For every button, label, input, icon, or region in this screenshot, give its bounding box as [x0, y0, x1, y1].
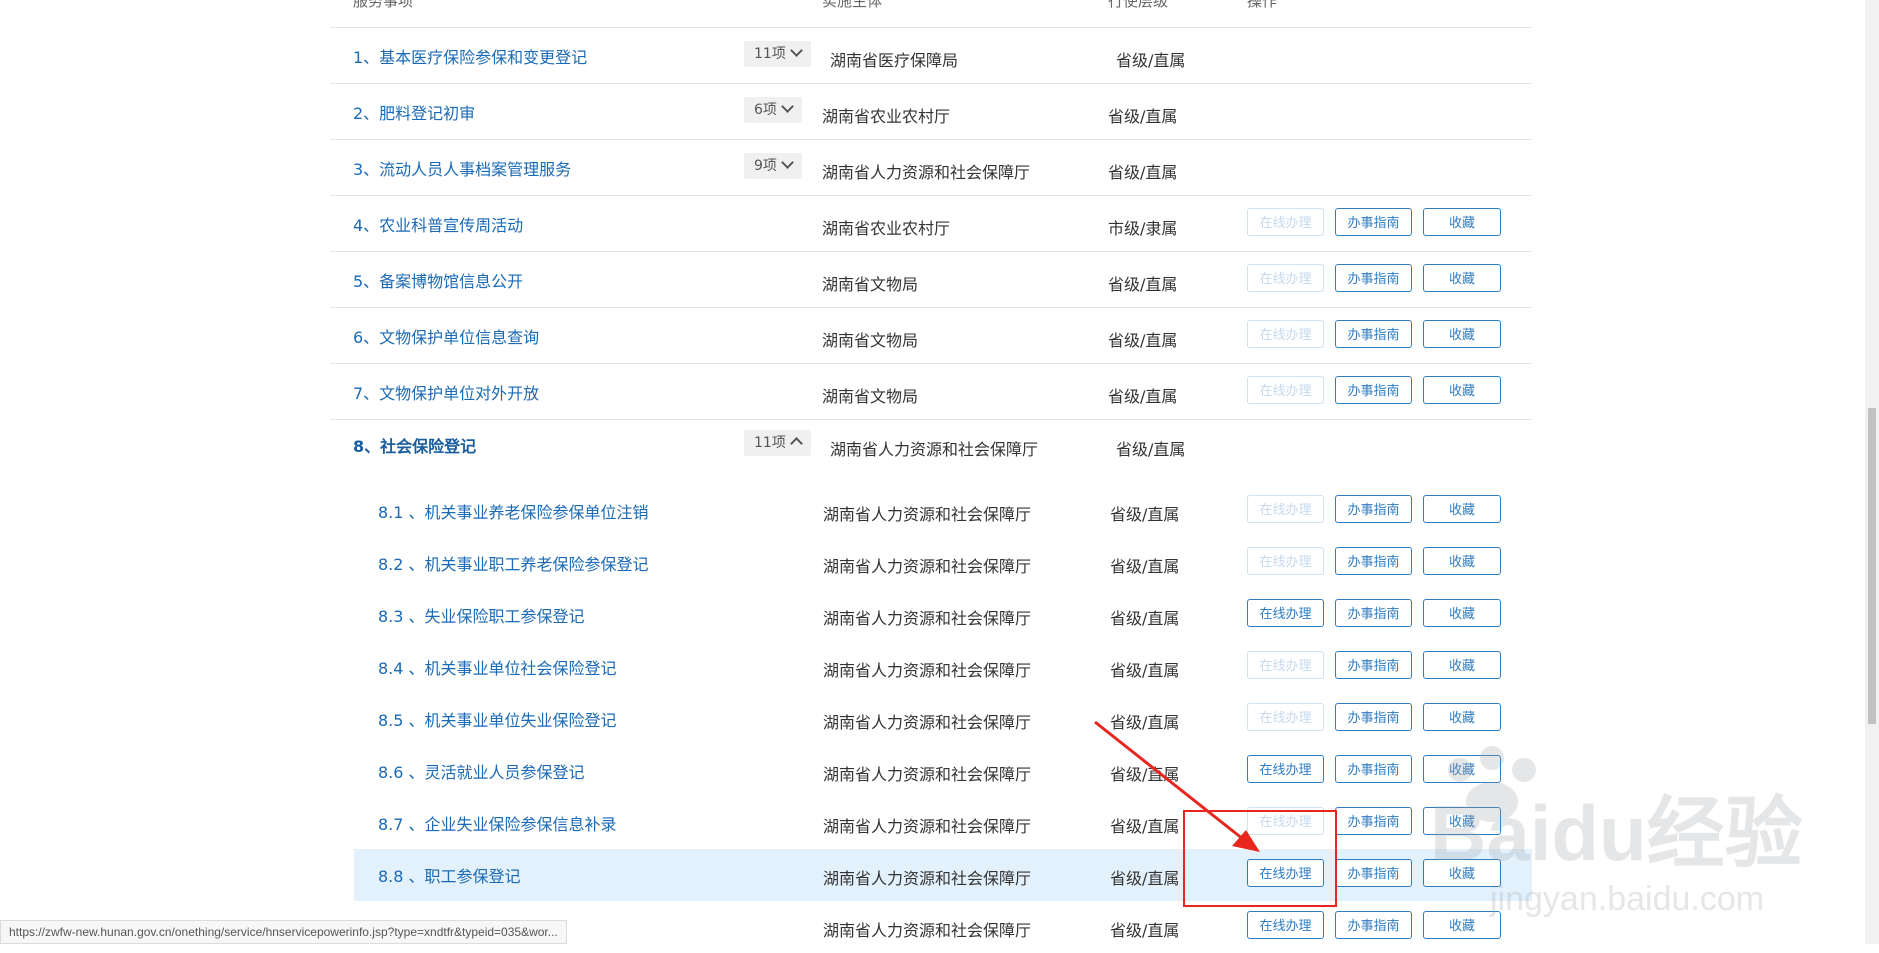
annotation-box — [1183, 810, 1337, 907]
vertical-scrollbar[interactable] — [1865, 0, 1879, 944]
status-bar-url: https://zwfw-new.hunan.gov.cn/onething/s… — [0, 920, 567, 944]
watermark-site: jingyan.baidu.com — [1489, 880, 1764, 918]
watermark-brand: Baidu经验 — [1430, 789, 1803, 877]
baidu-watermark: Baidu经验 jingyan.baidu.com — [1430, 746, 1803, 918]
scrollbar-thumb[interactable] — [1868, 408, 1876, 724]
